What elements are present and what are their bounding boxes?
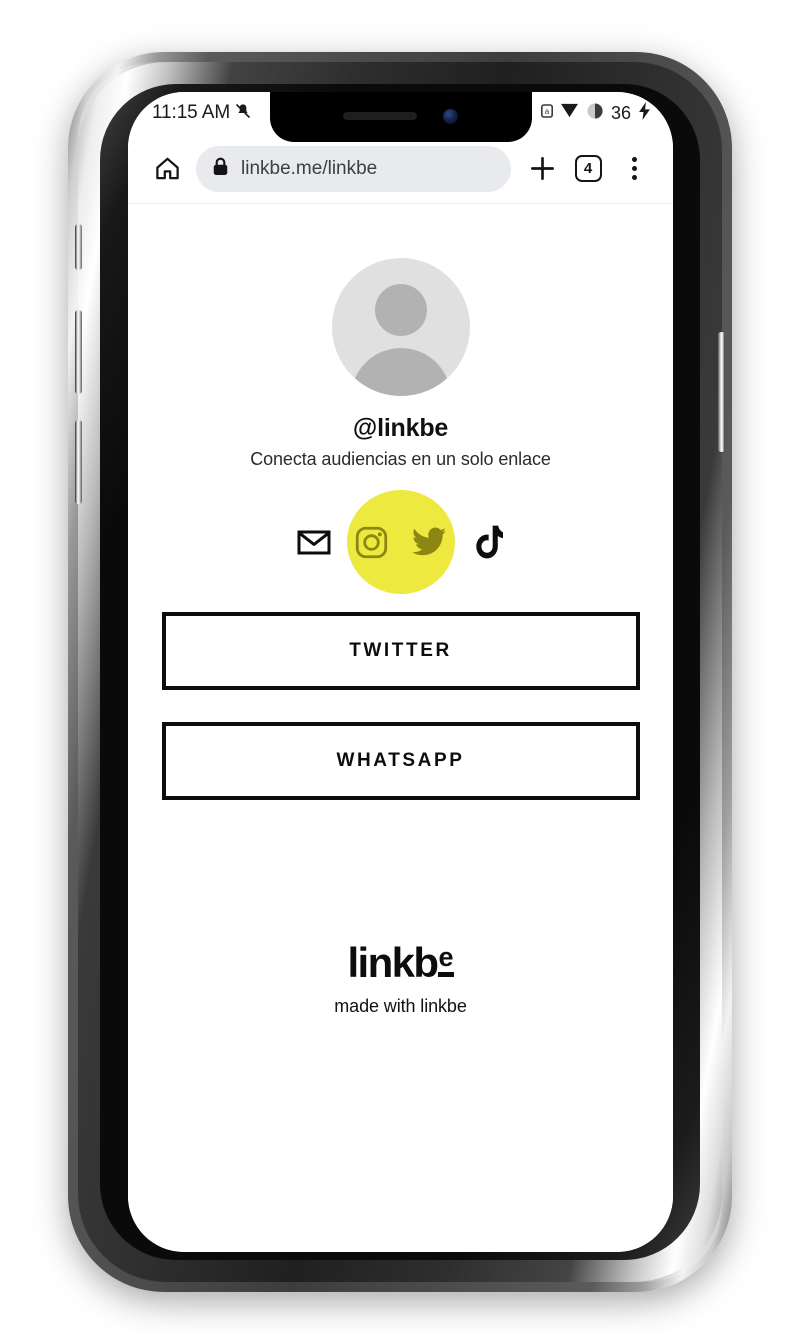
kebab-menu-icon[interactable] bbox=[613, 148, 655, 190]
url-bar[interactable]: linkbe.me/linkbe bbox=[196, 145, 511, 192]
tab-counter[interactable]: 4 bbox=[567, 148, 609, 190]
tab-count-label: 4 bbox=[574, 155, 602, 182]
status-bar-right: a 36 bbox=[540, 92, 651, 134]
front-camera-icon bbox=[443, 108, 458, 124]
logo-wordmark: linkb bbox=[347, 939, 439, 986]
social-icons-row bbox=[295, 523, 507, 561]
logo-suffix-e: e bbox=[438, 942, 454, 977]
twitter-icon[interactable] bbox=[411, 523, 449, 561]
phone-screen: 11:15 AM a 36 linkbe.me/linkbe 4 @linkbe… bbox=[128, 92, 673, 1252]
browser-toolbar: linkbe.me/linkbe 4 bbox=[128, 134, 673, 204]
app-notification-icon: a bbox=[540, 103, 553, 123]
tiktok-icon[interactable] bbox=[469, 523, 507, 561]
instagram-icon[interactable] bbox=[353, 523, 391, 561]
status-bar-left: 11:15 AM bbox=[128, 102, 251, 124]
avatar-body-shape bbox=[350, 348, 451, 396]
power-button[interactable] bbox=[718, 332, 725, 452]
battery-half-icon bbox=[586, 102, 604, 125]
url-text: linkbe.me/linkbe bbox=[241, 157, 378, 179]
plus-icon[interactable] bbox=[521, 148, 563, 190]
signal-triangle-icon bbox=[560, 102, 579, 124]
made-with-credit: made with linkbe bbox=[334, 996, 467, 1016]
screenshot-root: 11:15 AM a 36 linkbe.me/linkbe 4 @linkbe… bbox=[0, 0, 800, 1333]
linkbe-logo: linkb e bbox=[347, 939, 454, 986]
volume-down-button[interactable] bbox=[75, 420, 82, 504]
link-button-twitter[interactable]: TWITTER bbox=[161, 612, 640, 690]
lock-icon bbox=[212, 157, 229, 181]
home-icon[interactable] bbox=[146, 148, 188, 190]
social-icons-section bbox=[128, 490, 673, 594]
profile-tagline: Conecta audiencias en un solo enlace bbox=[250, 449, 551, 469]
earpiece-speaker-icon bbox=[343, 112, 417, 120]
display-notch bbox=[269, 92, 532, 142]
volume-up-button[interactable] bbox=[75, 310, 82, 394]
mute-notification-icon bbox=[235, 103, 251, 124]
link-button-whatsapp-label: WHATSAPP bbox=[336, 750, 465, 771]
email-icon[interactable] bbox=[295, 523, 333, 561]
mute-switch[interactable] bbox=[75, 224, 82, 270]
page-content: @linkbe Conecta audiencias en un solo en… bbox=[128, 204, 673, 1252]
page-footer: linkb e made with linkbe bbox=[334, 939, 467, 1017]
battery-level: 36 bbox=[610, 102, 631, 123]
charging-bolt-icon bbox=[638, 101, 651, 125]
profile-username: @linkbe bbox=[352, 414, 449, 442]
link-button-whatsapp[interactable]: WHATSAPP bbox=[161, 722, 640, 800]
status-time: 11:15 AM bbox=[152, 102, 231, 123]
avatar-head-shape bbox=[374, 284, 427, 336]
link-button-twitter-label: TWITTER bbox=[349, 640, 452, 661]
kebab-dots bbox=[631, 157, 637, 180]
svg-text:a: a bbox=[545, 107, 550, 116]
avatar bbox=[331, 258, 470, 396]
